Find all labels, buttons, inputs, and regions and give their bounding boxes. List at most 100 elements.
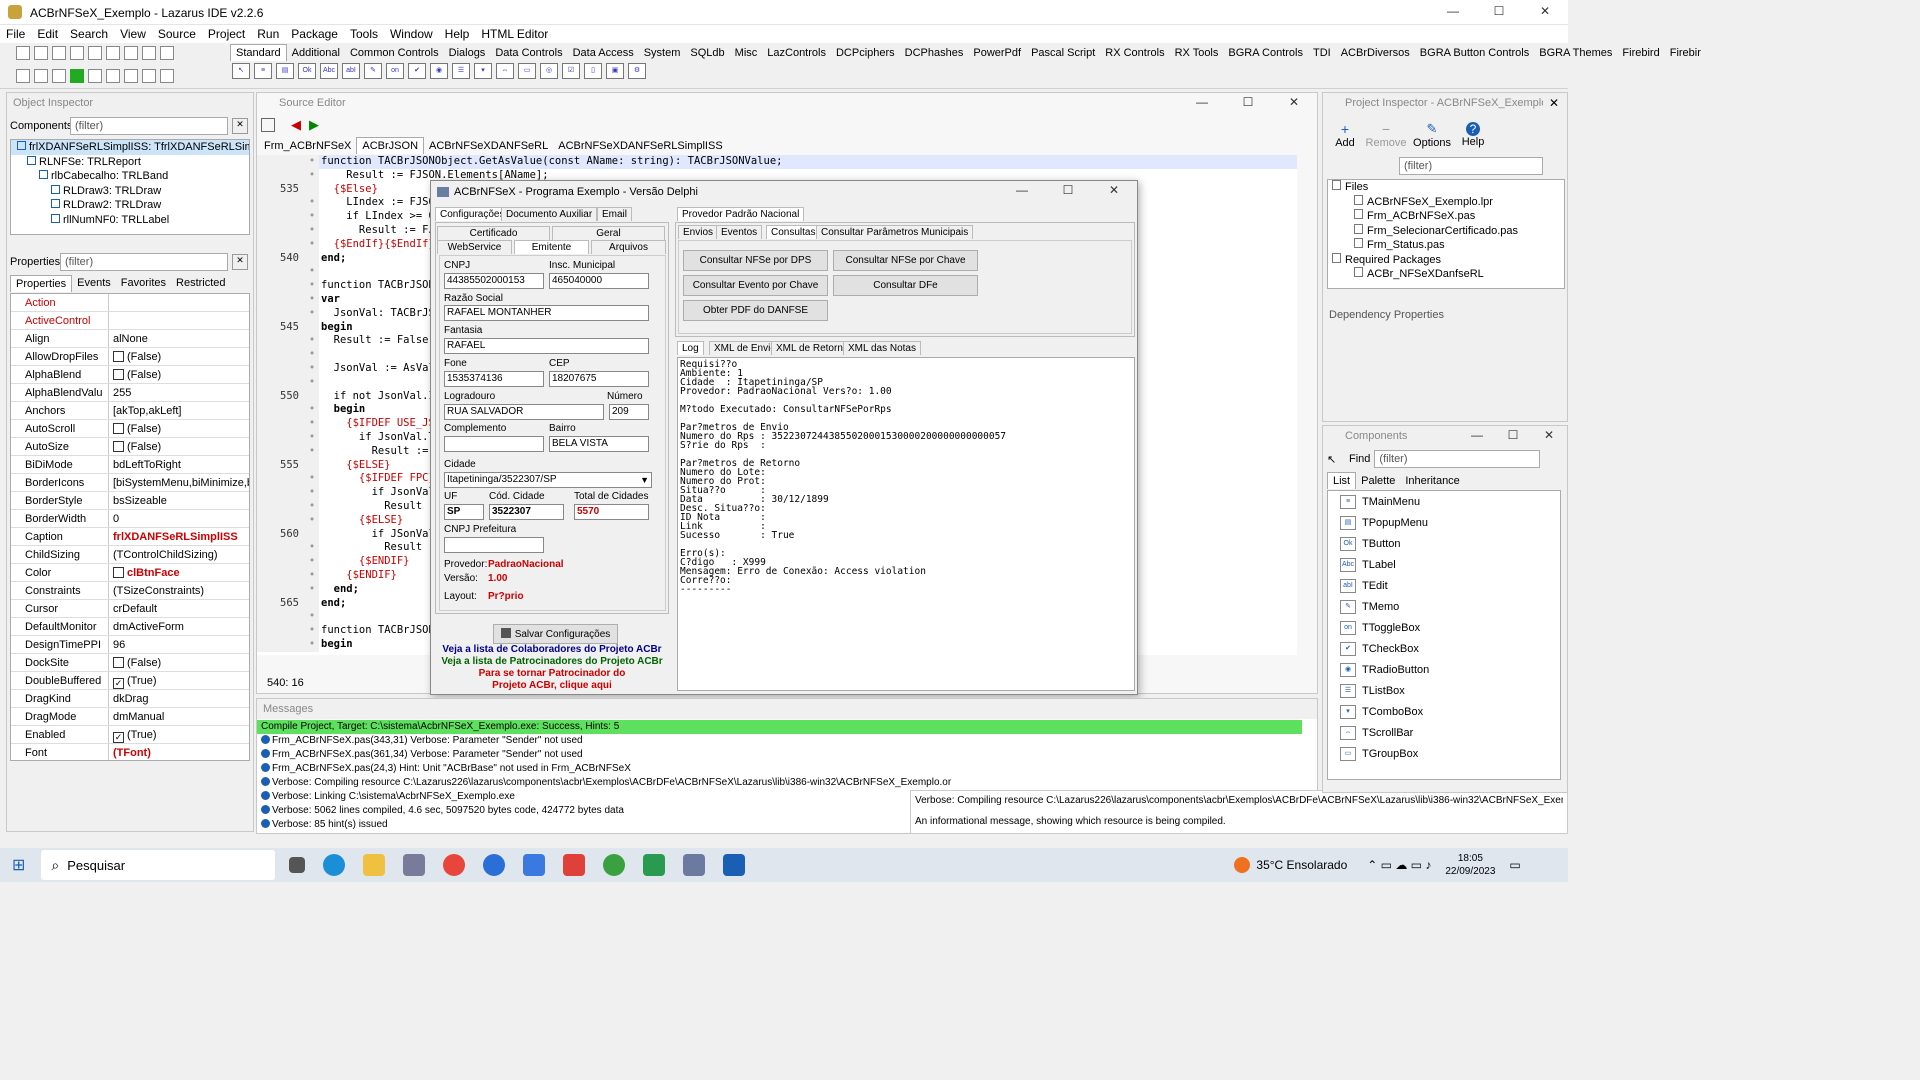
label-icon[interactable]: Abc [320,63,338,79]
property-row[interactable]: ActiveControl [11,312,249,330]
comp-minimize[interactable]: — [1459,428,1495,442]
tab-consultas[interactable]: Consultas [766,225,821,239]
patrocinadores-link[interactable]: Veja a lista de Patrocinadores do Projet… [435,656,669,668]
property-row[interactable]: Caption frlXDANFSeRLSimplISS [11,528,249,546]
listbox-icon[interactable]: ☰ [452,63,470,79]
inspector-tab-restricted[interactable]: Restricted [171,275,231,291]
tab-log[interactable]: Log [677,341,704,355]
package-item[interactable]: ACBr_NFSeXDanfseRL [1332,267,1564,282]
options-button[interactable]: ✎ Options [1409,121,1455,149]
tree-node[interactable]: RLDraw3: TRLDraw [11,184,249,199]
add-button[interactable]: + Add [1327,121,1363,149]
palette-tab[interactable]: Firebir [1665,45,1706,61]
property-value[interactable]: ✓ (True) [109,726,249,743]
clear-props-filter-icon[interactable]: ✕ [232,254,248,270]
tab-certificado[interactable]: Certificado [437,226,550,240]
palette-tab[interactable]: Additional [287,45,345,61]
tab-arquivos[interactable]: Arquivos [591,240,666,254]
chevron-down-icon[interactable]: ▼ [640,473,649,487]
checkbox-icon[interactable] [113,351,124,362]
remove-file-icon[interactable] [142,46,156,60]
property-row[interactable]: DockSite (False) [11,654,249,672]
property-value[interactable]: alNone [109,330,249,347]
step-into-icon[interactable] [124,69,138,83]
project-file[interactable]: Frm_Status.pas [1332,238,1564,253]
mainmenu-icon[interactable]: ≡ [254,63,272,79]
components-tab-inheritance[interactable]: Inheritance [1400,473,1464,489]
component-item[interactable]: ▭ TGroupBox [1328,743,1560,764]
step-over-icon[interactable] [142,69,156,83]
build-mode-icon[interactable] [52,69,66,83]
palette-tab[interactable]: Data Controls [490,45,567,61]
palette-tab[interactable]: BGRA Themes [1534,45,1617,61]
back-arrow-icon[interactable]: ◀ [291,117,301,133]
complemento-field[interactable] [444,436,544,452]
property-row[interactable]: Align alNone [11,330,249,348]
open-icon[interactable] [34,46,48,60]
files-node[interactable]: Files [1332,180,1564,195]
cnpj-field[interactable]: 44385502000153 [444,273,544,289]
inspector-tab-events[interactable]: Events [72,275,116,291]
tray-icons[interactable]: ⌃ ▭ ☁ ▭ ♪ [1367,858,1431,872]
tab-documento-auxiliar[interactable]: Documento Auxiliar [501,207,598,221]
radiogroup-icon[interactable]: ◎ [540,63,558,79]
source-tab[interactable]: Frm_ACBrNFSeX [259,138,356,154]
component-item[interactable]: ◉ TRadioButton [1328,659,1560,680]
property-row[interactable]: AlphaBlendValu 255 [11,384,249,402]
scrollbar-icon[interactable]: ⇔ [496,63,514,79]
menu-view[interactable]: View [114,25,152,43]
property-value[interactable]: (TControlChildSizing) [109,546,249,563]
palette-tab[interactable]: Misc [730,45,763,61]
palette-tab[interactable]: BGRA Controls [1223,45,1308,61]
property-value[interactable]: (False) [109,366,249,383]
lazarus-taskbar-icon[interactable] [403,854,426,876]
clock[interactable]: 18:05 22/09/2023 [1445,852,1495,878]
chrome-icon[interactable] [443,854,466,876]
togglebox-icon[interactable]: on [386,63,404,79]
palette-tab[interactable]: Dialogs [444,45,491,61]
se-maximize[interactable]: ☐ [1225,95,1271,109]
palette-tab[interactable]: RX Tools [1170,45,1224,61]
property-value[interactable]: [biSystemMenu,biMinimize,bil [109,474,249,491]
checkbox-icon[interactable] [113,441,124,452]
message-row[interactable]: Frm_ACBrNFSeX.pas(361,34) Verbose: Param… [257,748,1302,762]
popupmenu-icon[interactable]: ▤ [276,63,294,79]
memo-icon[interactable]: ✎ [364,63,382,79]
tab-provedor-padrao[interactable]: Provedor Padrão Nacional [677,207,805,221]
property-value[interactable]: clBtnFace [109,564,249,581]
property-value[interactable]: dkDrag [109,690,249,707]
palette-tab[interactable]: Data Access [568,45,639,61]
tab-xml-das-notas[interactable]: XML das Notas [843,341,921,355]
checkbox-icon[interactable] [113,369,124,380]
project-file[interactable]: Frm_SelecionarCertificado.pas [1332,223,1564,239]
tab-consultar-par-metros-municipais[interactable]: Consultar Parâmetros Municipais [816,225,974,239]
project-file[interactable]: ACBrNFSeX_Exemplo.lpr [1332,194,1564,210]
obter-pdf-danfse-button[interactable]: Obter PDF do DANFSE [683,300,828,321]
palette-tab[interactable]: Common Controls [345,45,444,61]
totcidades-field[interactable]: 5570 [574,504,649,520]
add-file-icon[interactable] [124,46,138,60]
property-row[interactable]: DesignTimePPI 96 [11,636,249,654]
property-row[interactable]: Constraints (TSizeConstraints) [11,582,249,600]
property-row[interactable]: Color clBtnFace [11,564,249,582]
checkbox-icon[interactable] [113,657,124,668]
property-value[interactable]: bsSizeable [109,492,249,509]
property-value[interactable]: [akTop,akLeft] [109,402,249,419]
frame-icon[interactable]: ▣ [606,63,624,79]
menu-search[interactable]: Search [64,25,114,43]
message-row[interactable]: Compile Project, Target: C:\sistema\Acbr… [257,720,1302,734]
menu-file[interactable]: File [0,25,31,43]
menu-tools[interactable]: Tools [344,25,384,43]
tab-eventos[interactable]: Eventos [716,225,763,239]
combobox-icon[interactable]: ▾ [474,63,492,79]
windows-start-icon[interactable]: ⊞ [12,855,25,875]
message-row[interactable]: Verbose: Compiling resource C:\Lazarus22… [257,776,1302,790]
logradouro-field[interactable]: RUA SALVADOR [444,404,604,420]
property-value[interactable]: dmActiveForm [109,618,249,635]
minimize-button[interactable]: — [1430,4,1476,18]
property-row[interactable]: AutoSize (False) [11,438,249,456]
property-value[interactable]: (TSizeConstraints) [109,582,249,599]
tab-email[interactable]: Email [597,207,633,221]
bairro-field[interactable]: BELA VISTA [549,436,649,452]
pause-icon[interactable] [88,69,102,83]
